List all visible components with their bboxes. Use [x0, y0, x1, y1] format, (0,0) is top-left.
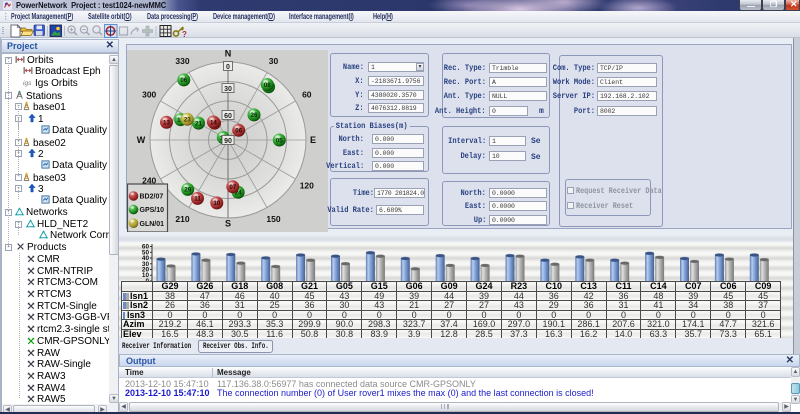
svg-text:26: 26: [251, 112, 258, 119]
svg-text:05: 05: [276, 137, 283, 144]
svg-text:06: 06: [235, 128, 242, 135]
svg-text:08: 08: [264, 82, 271, 89]
svg-text:30: 30: [269, 56, 279, 66]
svg-text:0: 0: [226, 64, 230, 71]
svg-text:60: 60: [302, 90, 312, 100]
svg-text:23: 23: [184, 117, 191, 124]
svg-text:06: 06: [180, 77, 187, 84]
svg-text:29: 29: [184, 187, 191, 194]
svg-text:GPS/10: GPS/10: [140, 207, 165, 214]
svg-text:11: 11: [194, 196, 201, 203]
svg-text:120: 120: [300, 181, 314, 191]
svg-text:10: 10: [213, 200, 220, 207]
svg-text:BD2/07: BD2/07: [140, 194, 164, 201]
svg-text:N: N: [225, 50, 232, 59]
svg-text:igs: igs: [23, 80, 32, 87]
svg-text:21: 21: [195, 120, 202, 127]
svg-text:60: 60: [142, 244, 150, 251]
svg-text:14: 14: [210, 119, 217, 126]
svg-text:150: 150: [266, 214, 280, 224]
svg-text:13: 13: [163, 120, 170, 127]
svg-text:210: 210: [175, 214, 189, 224]
svg-text:60: 60: [224, 113, 232, 120]
svg-text:90: 90: [224, 138, 232, 145]
svg-text:07: 07: [229, 184, 236, 191]
svg-text:S: S: [225, 219, 231, 229]
svg-text:300: 300: [142, 90, 156, 100]
svg-text:30: 30: [224, 86, 232, 93]
svg-text:W: W: [137, 135, 146, 145]
svg-text:330: 330: [175, 56, 189, 66]
svg-text:E: E: [310, 135, 316, 145]
svg-text:GLN/01: GLN/01: [140, 221, 165, 228]
